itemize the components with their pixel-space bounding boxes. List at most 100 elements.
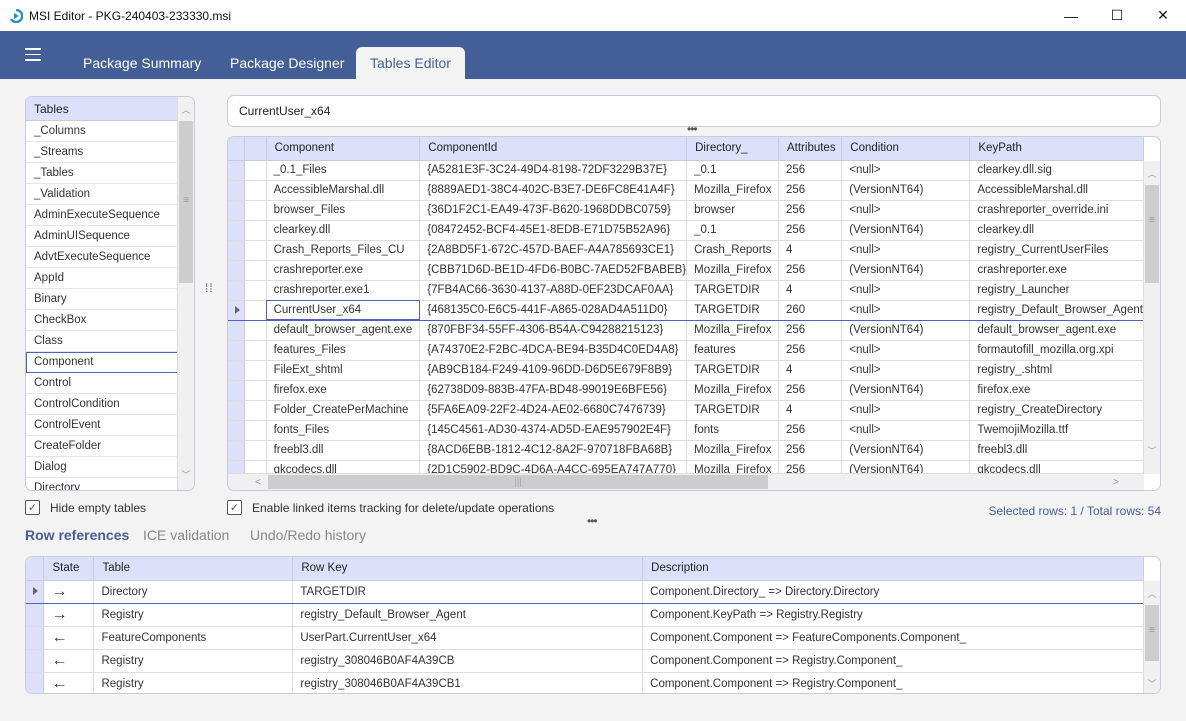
checkbox-checked-icon[interactable]: ✓ <box>25 500 40 515</box>
table-cell[interactable]: {62738D09-883B-47FA-BD48-99019E6BFE56} <box>419 380 688 401</box>
table-cell[interactable]: registry_CurrentUserFiles <box>969 240 1144 261</box>
reference-description-cell[interactable]: Component.Component => FeatureComponents… <box>642 626 1144 650</box>
table-cell[interactable]: Mozilla_Firefox <box>686 460 779 474</box>
table-row[interactable]: crashreporter.exe1 {7FB4AC66-3630-4137-A8… <box>228 280 1144 301</box>
table-cell[interactable]: (VersionNT64) <box>841 320 971 341</box>
reference-table-cell[interactable]: Registry <box>93 672 294 693</box>
table-cell[interactable]: registry_Launcher <box>969 280 1144 301</box>
column-header[interactable]: Condition <box>841 137 971 161</box>
table-cell[interactable]: clearkey.dll <box>266 220 421 241</box>
table-row[interactable]: Crash_Reports_Files_CU {2A8BD5F1-672C-457… <box>228 240 1144 261</box>
grid-horizontal-scrollbar[interactable]: < ||| > <box>228 473 1144 490</box>
table-cell[interactable]: 256 <box>778 180 843 201</box>
table-cell[interactable]: (VersionNT64) <box>841 460 971 474</box>
table-cell[interactable]: <null> <box>841 160 971 181</box>
row-header[interactable] <box>228 360 245 381</box>
table-row[interactable]: features_Files {A74370E2-F2BC-4DCA-BE94-B… <box>228 340 1144 361</box>
row-header[interactable] <box>228 400 245 421</box>
tab-ice-validation[interactable]: ICE validation <box>143 527 229 543</box>
linked-tracking-checkbox[interactable]: ✓ Enable linked items tracking for delet… <box>227 500 554 515</box>
tables-list-item[interactable]: AdvtExecuteSequence <box>26 247 178 268</box>
column-header[interactable]: Component <box>266 137 421 161</box>
row-indicator-cell[interactable] <box>244 420 267 441</box>
table-cell[interactable]: 256 <box>778 380 843 401</box>
table-cell[interactable]: (VersionNT64) <box>841 260 971 281</box>
reference-table-cell[interactable]: Registry <box>93 603 294 627</box>
tables-list-item[interactable]: _Streams <box>26 142 178 163</box>
table-cell[interactable]: AccessibleMarshal.dll <box>266 180 421 201</box>
table-cell[interactable]: {870FBF34-55FF-4306-B54A-C94288215123} <box>419 320 688 341</box>
reference-row[interactable]: → Registry registry_Default_Browser_Agent C… <box>26 603 1144 627</box>
table-cell[interactable]: Mozilla_Firefox <box>686 260 779 281</box>
table-cell[interactable]: {CBB71D6D-BE1D-4FD6-B0BC-7AED52FBABEB} <box>419 260 688 281</box>
table-cell[interactable]: Mozilla_Firefox <box>686 180 779 201</box>
column-header[interactable]: ComponentId <box>419 137 688 161</box>
table-cell[interactable]: 256 <box>778 440 843 461</box>
table-cell[interactable]: _0.1 <box>686 160 779 181</box>
table-cell[interactable]: CurrentUser_x64 <box>266 299 421 321</box>
row-header[interactable] <box>228 220 245 241</box>
table-cell[interactable]: 260 <box>778 299 843 321</box>
table-cell[interactable]: 256 <box>778 260 843 281</box>
reference-row[interactable]: ← Registry registry_308046B0AF4A39CB Compon… <box>26 649 1144 673</box>
tab-undo-redo-history[interactable]: Undo/Redo history <box>250 527 366 543</box>
row-header[interactable] <box>228 460 245 474</box>
table-cell[interactable]: 4 <box>778 240 843 261</box>
table-cell[interactable]: AccessibleMarshal.dll <box>969 180 1144 201</box>
scroll-down-icon[interactable]: ﹀ <box>178 466 194 482</box>
table-cell[interactable]: registry_Default_Browser_Agent <box>969 299 1144 321</box>
column-header[interactable]: Row Key <box>292 557 644 581</box>
table-cell[interactable]: TARGETDIR <box>686 400 779 421</box>
maximize-button[interactable]: ☐ <box>1094 0 1140 31</box>
row-header[interactable] <box>228 340 245 361</box>
table-cell[interactable]: 256 <box>778 420 843 441</box>
table-cell[interactable]: <null> <box>841 420 971 441</box>
references-vertical-scrollbar[interactable]: ︿ ≡ ﹀ <box>1143 581 1160 693</box>
table-cell[interactable]: Crash_Reports <box>686 240 779 261</box>
table-row[interactable]: clearkey.dll {08472452-BCF4-45E1-8EDB-E71… <box>228 220 1144 241</box>
table-cell[interactable]: gkcodecs.dll <box>969 460 1144 474</box>
table-cell[interactable]: <null> <box>841 340 971 361</box>
tables-list-item[interactable]: AppId <box>26 268 178 289</box>
tables-list-item[interactable]: CreateFolder <box>26 436 178 457</box>
table-cell[interactable]: crashreporter_override.ini <box>969 200 1144 221</box>
table-cell[interactable]: gkcodecs.dll <box>266 460 421 474</box>
row-indicator-cell[interactable] <box>244 340 267 361</box>
table-cell[interactable]: <null> <box>841 280 971 301</box>
reference-description-cell[interactable]: Component.Component => Registry.Componen… <box>642 672 1144 693</box>
table-row[interactable]: CurrentUser_x64 {468135C0-E6C5-441F-A865-… <box>228 299 1144 321</box>
tab-row-references[interactable]: Row references <box>25 527 129 543</box>
table-cell[interactable]: freebl3.dll <box>969 440 1144 461</box>
table-cell[interactable]: default_browser_agent.exe <box>969 320 1144 341</box>
tables-list-item[interactable]: AdminExecuteSequence <box>26 205 178 226</box>
scroll-right-icon[interactable]: > <box>1108 474 1124 490</box>
row-indicator-cell[interactable] <box>244 280 267 301</box>
tables-list-item[interactable]: Directory <box>26 478 178 490</box>
table-row[interactable]: _0.1_Files {A5281E3F-3C24-49D4-8198-72DF3… <box>228 160 1144 181</box>
table-row[interactable]: fonts_Files {145C4561-AD30-4374-AD5D-EAE9… <box>228 420 1144 441</box>
table-cell[interactable]: features <box>686 340 779 361</box>
reference-description-cell[interactable]: Component.Component => Registry.Componen… <box>642 649 1144 673</box>
table-cell[interactable]: clearkey.dll <box>969 220 1144 241</box>
table-cell[interactable]: <null> <box>841 240 971 261</box>
table-row[interactable]: crashreporter.exe {CBB71D6D-BE1D-4FD6-B0B… <box>228 260 1144 281</box>
row-indicator-cell[interactable] <box>244 380 267 401</box>
table-row[interactable]: default_browser_agent.exe {870FBF34-55FF-… <box>228 320 1144 341</box>
row-indicator-cell[interactable] <box>244 240 267 261</box>
hide-empty-tables-checkbox[interactable]: ✓ Hide empty tables <box>25 500 146 515</box>
reference-row-key-cell[interactable]: registry_308046B0AF4A39CB1 <box>292 672 644 693</box>
panel-resize-grip-icon[interactable]: ⁞⁞ <box>205 282 215 307</box>
table-cell[interactable]: {8ACD6EBB-1812-4C12-8A2F-970718FBA68B} <box>419 440 688 461</box>
tables-list-item[interactable]: AdminUISequence <box>26 226 178 247</box>
row-header[interactable] <box>228 200 245 221</box>
table-cell[interactable]: 4 <box>778 400 843 421</box>
scrollbar-thumb[interactable] <box>1145 185 1159 283</box>
tab-package-designer[interactable]: Package Designer <box>216 47 358 79</box>
table-cell[interactable]: {A5281E3F-3C24-49D4-8198-72DF3229B37E} <box>419 160 688 181</box>
table-cell[interactable]: {7FB4AC66-3630-4137-A88D-0EF23DCAF0AA} <box>419 280 688 301</box>
tables-list-item[interactable]: Component <box>26 352 178 373</box>
scroll-up-icon[interactable]: ︿ <box>178 101 194 117</box>
table-cell[interactable]: <null> <box>841 299 971 321</box>
row-indicator-cell[interactable] <box>244 160 267 181</box>
row-header[interactable] <box>26 579 45 604</box>
